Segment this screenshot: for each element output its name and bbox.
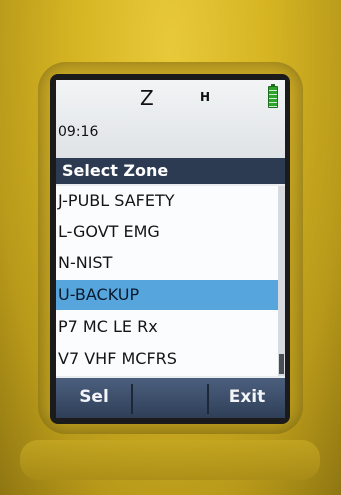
softkey-bar: Sel Exit: [56, 378, 285, 418]
radio-display: Z H 09:16 Select Zone J-PUBL SAFETY L-GO…: [56, 80, 285, 418]
list-item-l-govt-emg[interactable]: L-GOVT EMG: [56, 217, 278, 247]
list-item-n-nist[interactable]: N-NIST: [56, 248, 278, 278]
exit-softkey[interactable]: Exit: [209, 378, 285, 418]
list-item-j-publ-safety[interactable]: J-PUBL SAFETY: [56, 186, 278, 216]
middle-softkey[interactable]: [133, 378, 208, 418]
clock-time: 09:16: [58, 124, 99, 140]
mode-indicator: H: [200, 90, 211, 104]
battery-full-icon: [268, 84, 278, 108]
list-scrollbar[interactable]: [278, 186, 285, 376]
scrollbar-thumb[interactable]: [279, 354, 284, 374]
menu-title: Select Zone: [56, 158, 285, 184]
list-item-v7-vhf-mcfrs[interactable]: V7 VHF MCFRS: [56, 344, 278, 374]
zone-list: J-PUBL SAFETY L-GOVT EMG N-NIST U-BACKUP…: [56, 186, 278, 376]
list-item-u-backup[interactable]: U-BACKUP: [56, 280, 278, 310]
zone-indicator: Z: [140, 86, 154, 110]
housing-ridge: [20, 440, 320, 480]
status-area: Z H 09:16: [56, 80, 285, 158]
sel-softkey[interactable]: Sel: [56, 378, 132, 418]
list-item-p7-mc-le-rx[interactable]: P7 MC LE Rx: [56, 312, 278, 342]
